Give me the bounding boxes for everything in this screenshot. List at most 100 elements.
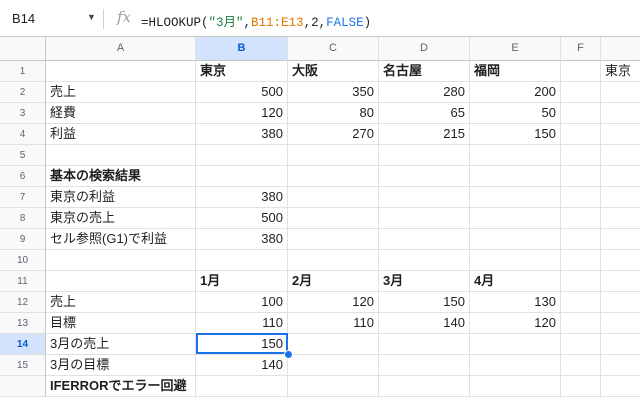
cell-g15[interactable] <box>601 355 640 376</box>
cell-g13[interactable] <box>601 313 640 334</box>
cell-c10[interactable] <box>288 250 379 271</box>
cell-d7[interactable] <box>379 187 470 208</box>
cell-a15[interactable]: 3月の目標 <box>46 355 196 376</box>
row-header-11[interactable]: 11 <box>0 271 46 292</box>
cell-a8[interactable]: 東京の売上 <box>46 208 196 229</box>
row-header-7[interactable]: 7 <box>0 187 46 208</box>
cell-e4[interactable]: 150 <box>470 124 561 145</box>
cell-b12[interactable]: 100 <box>196 292 288 313</box>
cell-c4[interactable]: 270 <box>288 124 379 145</box>
cell-a7[interactable]: 東京の利益 <box>46 187 196 208</box>
cell-c5[interactable] <box>288 145 379 166</box>
row-header-16[interactable] <box>0 376 46 397</box>
cell-b13[interactable]: 110 <box>196 313 288 334</box>
cell-b7[interactable]: 380 <box>196 187 288 208</box>
column-header-e[interactable]: E <box>470 37 561 61</box>
cell-b10[interactable] <box>196 250 288 271</box>
cell-f13[interactable] <box>561 313 601 334</box>
cell-a14[interactable]: 3月の売上 <box>46 334 196 355</box>
cell-b4[interactable]: 380 <box>196 124 288 145</box>
cell-e9[interactable] <box>470 229 561 250</box>
cell-d8[interactable] <box>379 208 470 229</box>
cell-f4[interactable] <box>561 124 601 145</box>
column-header-f[interactable]: F <box>561 37 601 61</box>
cell-c15[interactable] <box>288 355 379 376</box>
row-header-5[interactable]: 5 <box>0 145 46 166</box>
cell-g5[interactable] <box>601 145 640 166</box>
cell-b2[interactable]: 500 <box>196 82 288 103</box>
cell-c12[interactable]: 120 <box>288 292 379 313</box>
cell-g1[interactable]: 東京 <box>601 61 640 82</box>
cell-b6[interactable] <box>196 166 288 187</box>
row-header-8[interactable]: 8 <box>0 208 46 229</box>
cell-d9[interactable] <box>379 229 470 250</box>
row-header-4[interactable]: 4 <box>0 124 46 145</box>
name-box[interactable]: B14 <box>12 11 35 26</box>
row-header-12[interactable]: 12 <box>0 292 46 313</box>
cell-b11[interactable]: 1月 <box>196 271 288 292</box>
cell-d5[interactable] <box>379 145 470 166</box>
cell-a13[interactable]: 目標 <box>46 313 196 334</box>
cell-a11[interactable] <box>46 271 196 292</box>
row-header-9[interactable]: 9 <box>0 229 46 250</box>
cell-e5[interactable] <box>470 145 561 166</box>
cell-c2[interactable]: 350 <box>288 82 379 103</box>
cell-c7[interactable] <box>288 187 379 208</box>
cell-d11[interactable]: 3月 <box>379 271 470 292</box>
row-header-15[interactable]: 15 <box>0 355 46 376</box>
cell-f10[interactable] <box>561 250 601 271</box>
cell-e6[interactable] <box>470 166 561 187</box>
cell-a6[interactable]: 基本の検索結果 <box>46 166 196 187</box>
cell-d2[interactable]: 280 <box>379 82 470 103</box>
cell-e15[interactable] <box>470 355 561 376</box>
cell-g4[interactable] <box>601 124 640 145</box>
cell-c13[interactable]: 110 <box>288 313 379 334</box>
cell-a5[interactable] <box>46 145 196 166</box>
cell-e11[interactable]: 4月 <box>470 271 561 292</box>
fill-handle[interactable] <box>284 350 293 359</box>
column-header-g[interactable] <box>601 37 640 61</box>
cell-f15[interactable] <box>561 355 601 376</box>
row-header-13[interactable]: 13 <box>0 313 46 334</box>
cell-d6[interactable] <box>379 166 470 187</box>
cell-a4[interactable]: 利益 <box>46 124 196 145</box>
cell-b1[interactable]: 東京 <box>196 61 288 82</box>
cell-f14[interactable] <box>561 334 601 355</box>
cell-g10[interactable] <box>601 250 640 271</box>
cell-a10[interactable] <box>46 250 196 271</box>
column-header-a[interactable]: A <box>46 37 196 61</box>
row-header-2[interactable]: 2 <box>0 82 46 103</box>
row-header-10[interactable]: 10 <box>0 250 46 271</box>
cell-g9[interactable] <box>601 229 640 250</box>
cell-c11[interactable]: 2月 <box>288 271 379 292</box>
cell-d14[interactable] <box>379 334 470 355</box>
cell-a1[interactable] <box>46 61 196 82</box>
cell-g7[interactable] <box>601 187 640 208</box>
cell-e13[interactable]: 120 <box>470 313 561 334</box>
select-all-corner[interactable] <box>0 37 46 61</box>
cell-g3[interactable] <box>601 103 640 124</box>
column-header-c[interactable]: C <box>288 37 379 61</box>
cell-f12[interactable] <box>561 292 601 313</box>
cell-f5[interactable] <box>561 145 601 166</box>
cell-e2[interactable]: 200 <box>470 82 561 103</box>
cell-a2[interactable]: 売上 <box>46 82 196 103</box>
cell-e3[interactable]: 50 <box>470 103 561 124</box>
row-header-1[interactable]: 1 <box>0 61 46 82</box>
cell-f9[interactable] <box>561 229 601 250</box>
cell-f7[interactable] <box>561 187 601 208</box>
cell-c9[interactable] <box>288 229 379 250</box>
cell-e1[interactable]: 福岡 <box>470 61 561 82</box>
cell-d16[interactable] <box>379 376 470 397</box>
cell-f16[interactable] <box>561 376 601 397</box>
cell-b9[interactable]: 380 <box>196 229 288 250</box>
cell-g8[interactable] <box>601 208 640 229</box>
cell-e10[interactable] <box>470 250 561 271</box>
cell-d4[interactable]: 215 <box>379 124 470 145</box>
column-header-b[interactable]: B <box>196 37 288 61</box>
cell-a9[interactable]: セル参照(G1)で利益 <box>46 229 196 250</box>
cell-g11[interactable] <box>601 271 640 292</box>
cell-e8[interactable] <box>470 208 561 229</box>
cell-f11[interactable] <box>561 271 601 292</box>
cell-g14[interactable] <box>601 334 640 355</box>
